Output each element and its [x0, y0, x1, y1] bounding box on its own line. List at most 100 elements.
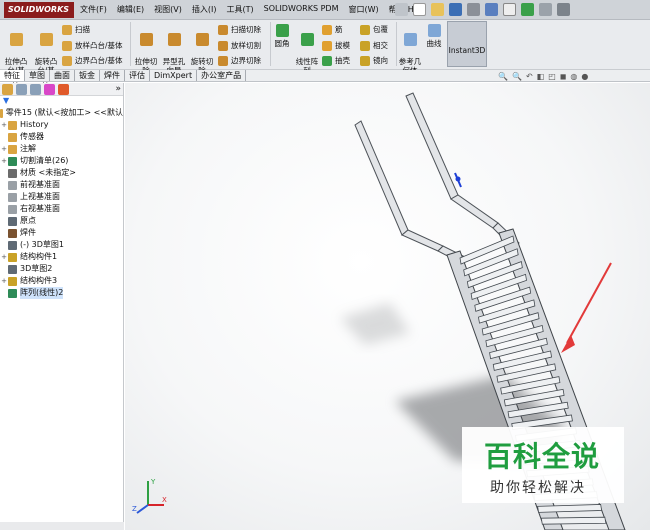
right-rail-bend — [450, 194, 499, 229]
fillet-button[interactable]: 圆角 — [272, 24, 292, 48]
tree-item[interactable]: 原点 — [0, 215, 123, 227]
tab-evaluate[interactable]: 评估 — [125, 70, 150, 81]
tree-item[interactable]: + History — [0, 119, 123, 131]
menu-insert[interactable]: 插入(I) — [192, 4, 217, 15]
tab-sheet-metal[interactable]: 钣金 — [75, 70, 100, 81]
print-icon[interactable] — [467, 3, 480, 16]
tree-item[interactable]: (-) 3D草图1 — [0, 239, 123, 251]
zoom-to-fit-icon[interactable]: 🔍 — [498, 72, 508, 81]
expand-panel-icon[interactable]: » — [115, 84, 121, 95]
tree-item[interactable]: 上视基准面 — [0, 191, 123, 203]
menu-edit[interactable]: 编辑(E) — [117, 4, 144, 15]
pin-icon[interactable] — [395, 3, 408, 16]
hole-wizard-button[interactable]: 异型孔 向导 — [161, 24, 187, 75]
draft-button[interactable]: 拔模 — [322, 40, 350, 51]
rebuild-icon[interactable] — [521, 3, 534, 16]
tree-item-label: 注解 — [20, 144, 36, 153]
menu-view[interactable]: 视图(V) — [154, 4, 182, 15]
tab-surfaces[interactable]: 曲面 — [50, 70, 75, 81]
menu-tools[interactable]: 工具(T) — [226, 4, 253, 15]
filter-icon[interactable]: ▼ — [0, 96, 123, 107]
tree-root-label: 零件15 (默认<按加工> <<默认 — [5, 108, 123, 117]
tree-item[interactable]: 右视基准面 — [0, 203, 123, 215]
configuration-manager-icon[interactable] — [30, 84, 41, 95]
menu-window[interactable]: 窗口(W) — [348, 4, 378, 15]
tab-sketch[interactable]: 草图 — [25, 70, 50, 81]
zoom-to-area-icon[interactable]: 🔍 — [512, 72, 522, 81]
undo-icon[interactable] — [485, 3, 498, 16]
tree-item[interactable]: 焊件 — [0, 227, 123, 239]
rib-label: 筋 — [335, 25, 343, 34]
structural-member-icon — [8, 252, 17, 262]
tree-item[interactable]: 3D草图2 — [0, 263, 123, 275]
hide-show-icon[interactable]: ◍ — [570, 72, 577, 81]
linear-pattern-button[interactable]: 线性阵 列 — [294, 24, 320, 75]
tree-item[interactable]: 前视基准面 — [0, 179, 123, 191]
select-icon[interactable] — [503, 3, 516, 16]
wrap-button[interactable]: 包覆 — [360, 24, 388, 35]
options-icon[interactable] — [557, 3, 570, 16]
rib-button[interactable]: 筋 — [322, 24, 343, 35]
tree-item[interactable]: + 结构构件3 — [0, 275, 123, 287]
solidworks-logo[interactable]: SOLIDWORKS — [4, 2, 74, 18]
wrap-icon — [360, 24, 370, 35]
revolve-cut-button[interactable]: 旋转切 除 — [189, 24, 215, 75]
menu-pdm[interactable]: SOLIDWORKS PDM — [264, 4, 339, 15]
left-rail-bend — [401, 229, 444, 252]
triad-y-label: Y — [150, 478, 156, 486]
expand-toggle-icon[interactable]: + — [0, 251, 8, 263]
instant3d-button[interactable]: Instant3D — [447, 21, 487, 67]
rib-icon — [322, 24, 332, 35]
tree-item-label: History — [20, 120, 49, 129]
file-properties-icon[interactable] — [539, 3, 552, 16]
tree-item[interactable]: + 结构构件1 — [0, 251, 123, 263]
curves-button[interactable]: 曲线 — [424, 24, 444, 48]
tree-item[interactable]: 阵列(线性)2 — [0, 287, 123, 299]
property-manager-icon[interactable] — [16, 84, 27, 95]
intersect-button[interactable]: 相交 — [360, 40, 388, 51]
expand-toggle-icon[interactable]: + — [0, 143, 8, 155]
open-icon[interactable] — [431, 3, 444, 16]
sweep-button[interactable]: 扫描 — [62, 24, 90, 35]
tree-item[interactable]: 传感器 — [0, 131, 123, 143]
section-view-icon[interactable]: ◧ — [537, 72, 545, 81]
tab-features[interactable]: 特征 — [0, 70, 25, 81]
ribbon-separator — [396, 22, 397, 66]
extrude-cut-button[interactable]: 拉伸切 除 — [133, 24, 159, 75]
tree-item[interactable]: + 切割清单(26) — [0, 155, 123, 167]
tree-item[interactable]: + 注解 — [0, 143, 123, 155]
save-icon[interactable] — [449, 3, 462, 16]
feature-manager-scrollbar[interactable] — [0, 522, 124, 530]
loft-button[interactable]: 放样凸台/基体 — [62, 40, 123, 51]
boundary-cut-button[interactable]: 边界切除 — [218, 55, 261, 66]
tab-dimxpert[interactable]: DimXpert — [150, 70, 198, 81]
reference-geometry-button[interactable]: 参考几 何体 — [398, 24, 422, 75]
boundary-boss-button[interactable]: 边界凸台/基体 — [62, 55, 123, 66]
display-manager-icon[interactable] — [58, 84, 69, 95]
shell-icon — [322, 55, 332, 66]
tree-root-part[interactable]: 零件15 (默认<按加工> <<默认 — [0, 107, 123, 119]
feature-tree-icon[interactable] — [2, 84, 13, 95]
wrap-label: 包覆 — [373, 25, 388, 34]
expand-toggle-icon[interactable]: + — [0, 155, 8, 167]
previous-view-icon[interactable]: ↶ — [526, 72, 533, 81]
display-style-icon[interactable]: ◼ — [560, 72, 567, 81]
new-document-icon[interactable] — [413, 3, 426, 16]
shell-button[interactable]: 抽壳 — [322, 55, 350, 66]
swept-cut-button[interactable]: 扫描切除 — [218, 24, 261, 35]
expand-toggle-icon[interactable]: + — [0, 119, 8, 131]
appearance-icon[interactable]: ● — [581, 72, 588, 81]
lofted-cut-button[interactable]: 放样切割 — [218, 40, 261, 51]
ribbon-separator — [130, 22, 131, 66]
menu-file[interactable]: 文件(F) — [80, 4, 107, 15]
tree-item[interactable]: 材质 <未指定> — [0, 167, 123, 179]
reference-geometry-icon — [403, 33, 417, 46]
reference-triad[interactable]: Y X Z — [130, 475, 170, 515]
tree-item-label: 3D草图2 — [20, 264, 53, 273]
tab-weldments[interactable]: 焊件 — [100, 70, 125, 81]
view-orientation-icon[interactable]: ◰ — [548, 72, 556, 81]
tab-office-products[interactable]: 办公室产品 — [197, 70, 247, 81]
mirror-button[interactable]: 镜向 — [360, 55, 388, 66]
expand-toggle-icon[interactable]: + — [0, 275, 8, 287]
dimxpert-manager-icon[interactable] — [44, 84, 55, 95]
